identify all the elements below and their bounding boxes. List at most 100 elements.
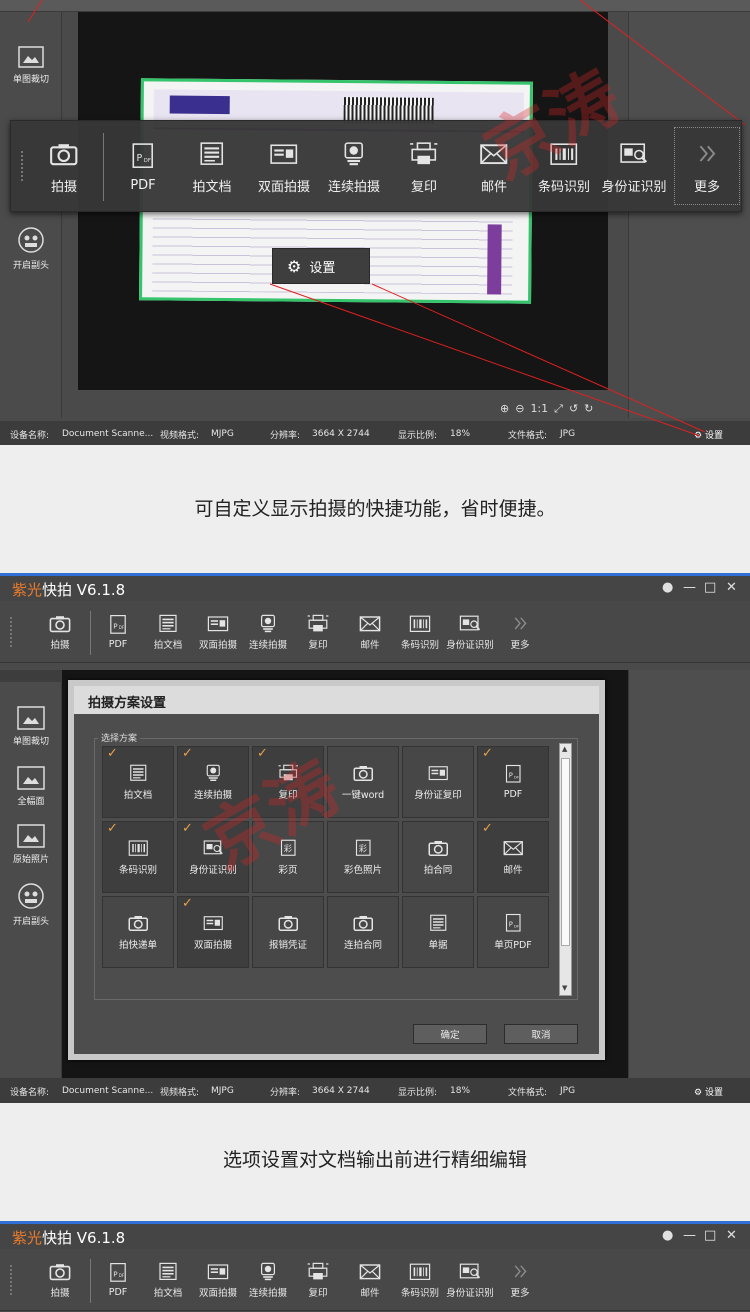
scheme-tile[interactable]: 单据 bbox=[402, 896, 474, 968]
color-page-icon: 彩 bbox=[355, 839, 371, 856]
sidebar-item[interactable]: 开启副头 bbox=[0, 882, 62, 927]
close-button[interactable]: ✕ bbox=[726, 580, 737, 595]
toolbar-button[interactable]: P DF PDF bbox=[108, 121, 178, 213]
svg-text:DF: DF bbox=[119, 625, 125, 630]
scheme-tile[interactable]: ✓ 邮件 bbox=[477, 821, 549, 893]
scheme-tile[interactable]: ✓ 拍文档 bbox=[102, 746, 174, 818]
document-icon bbox=[200, 142, 224, 165]
toolbar-button-label: PDF bbox=[130, 177, 156, 193]
checkmark-icon: ✓ bbox=[107, 746, 118, 761]
sidebar-item-label: 开启副头 bbox=[12, 917, 49, 927]
title-bar: 紫光快拍 V6.1.8 ● — □ ✕ bbox=[0, 1221, 750, 1249]
toolbar-button[interactable]: 更多 bbox=[490, 1249, 550, 1311]
scheme-tile-label: 报销凭证 bbox=[268, 940, 307, 952]
checkmark-icon: ✓ bbox=[182, 746, 193, 761]
document-icon bbox=[429, 914, 447, 931]
toolbar-button-label: 拍文档 bbox=[153, 640, 183, 652]
toolbar-button-label: 拍文档 bbox=[153, 1288, 183, 1300]
document-icon bbox=[159, 1262, 177, 1280]
toolbar-button[interactable]: 复印 bbox=[389, 121, 459, 213]
scheme-tile[interactable]: 拍快递单 bbox=[102, 896, 174, 968]
toolbar-button[interactable]: 复印 bbox=[288, 1249, 348, 1311]
pdf-icon: P DF bbox=[132, 143, 154, 168]
toolbar-button[interactable]: 拍摄 bbox=[30, 601, 90, 663]
toolbar-button-label: 身份证识别 bbox=[446, 1288, 494, 1300]
burst-camera-icon bbox=[261, 614, 275, 632]
cancel-button[interactable]: 取消 bbox=[504, 1024, 578, 1044]
toolbar-button-label: 拍摄 bbox=[50, 179, 77, 195]
svg-text:DF: DF bbox=[514, 776, 519, 780]
tile-scrollbar[interactable]: ▲ ▼ bbox=[559, 743, 572, 996]
original-photo-icon bbox=[17, 824, 45, 848]
barcode-icon bbox=[409, 1263, 431, 1280]
printer-icon bbox=[307, 1262, 329, 1279]
globe-icon[interactable]: ● bbox=[662, 580, 673, 595]
toolbar-button-label: 复印 bbox=[308, 640, 328, 652]
scheme-tile-label: 拍合同 bbox=[423, 865, 453, 877]
scheme-tile[interactable]: ✓ P DF PDF bbox=[477, 746, 549, 818]
toolbar-button[interactable]: 拍摄 bbox=[29, 121, 99, 213]
maximize-button[interactable]: □ bbox=[704, 580, 716, 595]
toolbar-button[interactable]: 双面拍摄 bbox=[249, 121, 319, 213]
scrollbar-thumb[interactable] bbox=[561, 758, 570, 946]
main-toolbar: 拍摄 P DF PDF 拍文档 双面拍摄 连续拍摄 复印 邮件 条码识别 身份证识别 更多 bbox=[0, 601, 750, 663]
maximize-button[interactable]: □ bbox=[704, 1228, 716, 1243]
toolbar-button[interactable]: 拍摄 bbox=[30, 1249, 90, 1311]
format-value: JPG bbox=[560, 1086, 576, 1096]
scheme-tile[interactable]: 拍合同 bbox=[402, 821, 474, 893]
settings-popup-button[interactable]: ⚙ 设置 bbox=[272, 248, 370, 284]
scheme-tile-label: 单据 bbox=[428, 940, 448, 952]
toolbar-button-label: 身份证识别 bbox=[446, 640, 494, 652]
minimize-button[interactable]: — bbox=[683, 580, 696, 595]
toolbar-button-label: 邮件 bbox=[360, 640, 380, 652]
printer-icon bbox=[307, 614, 329, 631]
scroll-down-icon[interactable]: ▼ bbox=[562, 984, 567, 992]
scheme-tile[interactable]: 彩彩色照片 bbox=[327, 821, 399, 893]
svg-text:P: P bbox=[113, 1269, 118, 1278]
burst-camera-icon bbox=[261, 1262, 275, 1280]
globe-icon[interactable]: ● bbox=[662, 1228, 673, 1243]
toolbar-button-label: 更多 bbox=[510, 640, 530, 652]
barcode-icon bbox=[409, 615, 431, 632]
sidebar-item[interactable]: 原始照片 bbox=[0, 824, 62, 865]
scheme-tile[interactable]: 报销凭证 bbox=[252, 896, 324, 968]
sidebar-item[interactable]: 全幅面 bbox=[0, 766, 62, 807]
scheme-tile[interactable]: ✓ 双面拍摄 bbox=[177, 896, 249, 968]
toolbar-button-label: 邮件 bbox=[360, 1288, 380, 1300]
close-button[interactable]: ✕ bbox=[726, 1228, 737, 1243]
pdf-icon: P DF bbox=[505, 765, 521, 783]
minimize-button[interactable]: — bbox=[683, 1228, 696, 1243]
scroll-up-icon[interactable]: ▲ bbox=[562, 745, 567, 753]
toolbar-button[interactable]: 拍文档 bbox=[177, 121, 247, 213]
toolbar-button[interactable]: 连续拍摄 bbox=[319, 121, 389, 213]
svg-text:彩: 彩 bbox=[359, 843, 367, 853]
checkmark-icon: ✓ bbox=[482, 746, 493, 761]
barcode-icon bbox=[128, 840, 148, 856]
scheme-tile[interactable]: 身份证复印 bbox=[402, 746, 474, 818]
scheme-tile[interactable]: 连拍合同 bbox=[327, 896, 399, 968]
chevron-right-icon bbox=[514, 616, 527, 630]
burst-camera-icon bbox=[344, 142, 364, 166]
device-label: 设备名称: bbox=[10, 1087, 50, 1098]
scheme-tile-label: 邮件 bbox=[503, 865, 523, 877]
title-bar: 紫光快拍 V6.1.8 ● — □ ✕ bbox=[0, 573, 750, 601]
video-label: 视频格式: bbox=[160, 1087, 200, 1098]
toolbar-button-label: 身份证识别 bbox=[601, 179, 667, 195]
toolbar-button[interactable]: 复印 bbox=[288, 601, 348, 663]
pdf-icon: P DF bbox=[110, 615, 126, 634]
toolbar-button[interactable]: 更多 bbox=[490, 601, 550, 663]
checkmark-icon: ✓ bbox=[482, 821, 493, 836]
document-icon bbox=[129, 764, 147, 781]
camera-icon bbox=[50, 144, 78, 166]
toolbar-button-label: 连续拍摄 bbox=[248, 1288, 287, 1300]
status-settings-button[interactable]: ⚙ 设置 bbox=[694, 1085, 723, 1098]
checkmark-icon: ✓ bbox=[182, 896, 193, 911]
id-card-icon bbox=[207, 615, 229, 631]
sidebar-item[interactable]: 单图裁切 bbox=[0, 706, 62, 747]
pdf-icon: P DF bbox=[505, 913, 521, 932]
ok-button[interactable]: 确定 bbox=[413, 1024, 487, 1044]
toolbar-button-label: 条码识别 bbox=[400, 640, 439, 652]
ratio-label: 显示比例: bbox=[398, 1087, 438, 1098]
scheme-tile[interactable]: ✓ 条码识别 bbox=[102, 821, 174, 893]
scheme-tile[interactable]: P DF 单页PDF bbox=[477, 896, 549, 968]
